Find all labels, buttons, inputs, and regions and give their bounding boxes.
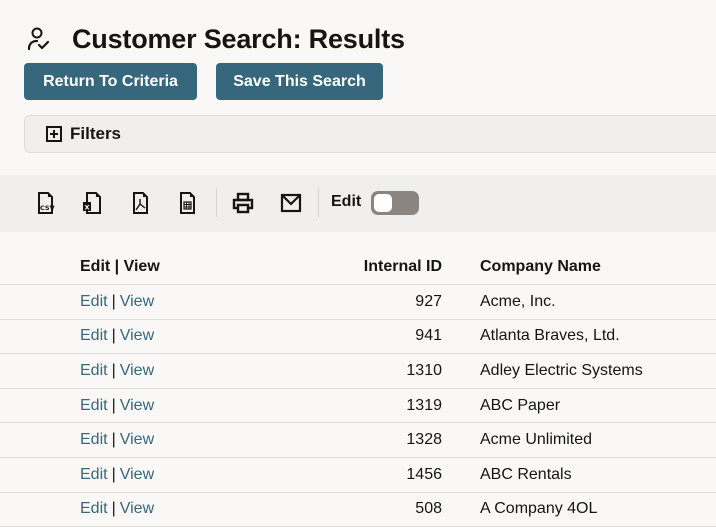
internal-id-cell: 1310 — [406, 361, 442, 379]
link-separator: | — [111, 500, 116, 518]
table-row: Edit | View 1456 ABC Rentals — [0, 458, 716, 493]
edit-link[interactable]: Edit — [80, 397, 108, 415]
company-name-cell: Acme Unlimited — [480, 431, 593, 449]
link-separator: | — [111, 396, 116, 414]
table-row: Edit | View 941 Atlanta Braves, Ltd. — [0, 320, 716, 355]
company-name-cell: Acme, Inc. — [480, 292, 556, 310]
column-header-internal-id[interactable]: Internal ID — [364, 250, 442, 284]
internal-id-cell: 1456 — [406, 465, 442, 483]
print-icon[interactable] — [231, 191, 255, 215]
table-row: Edit | View 1328 Acme Unlimited — [0, 423, 716, 458]
filters-toggle[interactable]: Filters — [24, 115, 716, 153]
company-name-cell: ABC Rentals — [480, 465, 572, 483]
return-to-criteria-button[interactable]: Return To Criteria — [24, 63, 197, 100]
edit-view-links: Edit | View — [80, 320, 154, 354]
link-separator: | — [111, 465, 116, 483]
company-name-cell: ABC Paper — [480, 396, 561, 414]
save-search-button[interactable]: Save This Search — [216, 63, 383, 100]
action-buttons: Return To Criteria Save This Search — [24, 63, 383, 100]
person-check-icon — [24, 25, 52, 53]
company-name-cell: A Company 4OL — [480, 500, 598, 518]
table-row: Edit | View 508 A Company 4OL — [0, 493, 716, 527]
export-table-icon[interactable] — [176, 191, 200, 215]
table-row: Edit | View 927 Acme, Inc. — [0, 285, 716, 320]
view-link[interactable]: View — [120, 362, 154, 380]
edit-view-links: Edit | View — [80, 389, 154, 423]
table-header-row: Edit | View Internal ID Company Name — [0, 250, 716, 285]
view-link[interactable]: View — [120, 397, 154, 415]
edit-view-links: Edit | View — [80, 458, 154, 492]
view-link[interactable]: View — [120, 327, 154, 345]
view-link[interactable]: View — [120, 466, 154, 484]
company-name-cell: Adley Electric Systems — [480, 361, 643, 379]
link-separator: | — [111, 431, 116, 449]
edit-toggle[interactable] — [371, 191, 419, 215]
svg-text:X: X — [85, 204, 90, 212]
internal-id-cell: 927 — [415, 292, 442, 310]
internal-id-cell: 1328 — [406, 431, 442, 449]
table-row: Edit | View 1319 ABC Paper — [0, 389, 716, 424]
column-header-company-name[interactable]: Company Name — [480, 250, 601, 284]
edit-view-links: Edit | View — [80, 354, 154, 388]
edit-link[interactable]: Edit — [80, 431, 108, 449]
internal-id-cell: 941 — [415, 327, 442, 345]
page-title: Customer Search: Results — [72, 23, 405, 54]
toolbar-divider — [216, 188, 217, 217]
edit-link[interactable]: Edit — [80, 500, 108, 518]
link-separator: | — [111, 292, 116, 310]
view-link[interactable]: View — [120, 293, 154, 311]
edit-link[interactable]: Edit — [80, 362, 108, 380]
toolbar-divider — [318, 188, 319, 217]
email-icon[interactable] — [279, 191, 303, 215]
results-table: Edit | View Internal ID Company Name Edi… — [0, 250, 716, 527]
internal-id-cell: 508 — [415, 500, 442, 518]
edit-link[interactable]: Edit — [80, 327, 108, 345]
company-name-cell: Atlanta Braves, Ltd. — [480, 327, 620, 345]
plus-box-icon — [46, 126, 62, 142]
link-separator: | — [111, 361, 116, 379]
page-header: Customer Search: Results — [24, 20, 405, 58]
export-pdf-icon[interactable] — [129, 191, 153, 215]
edit-view-links: Edit | View — [80, 493, 154, 527]
export-csv-icon[interactable]: CSV — [34, 191, 58, 215]
table-row: Edit | View 1310 Adley Electric Systems — [0, 354, 716, 389]
export-excel-icon[interactable]: X — [80, 191, 104, 215]
link-separator: | — [111, 327, 116, 345]
toggle-knob — [374, 194, 392, 212]
svg-text:CSV: CSV — [40, 204, 55, 212]
column-header-edit-view: Edit | View — [80, 258, 160, 275]
view-link[interactable]: View — [120, 431, 154, 449]
edit-link[interactable]: Edit — [80, 293, 108, 311]
filters-label: Filters — [70, 124, 122, 143]
edit-view-links: Edit | View — [80, 285, 154, 319]
edit-view-links: Edit | View — [80, 423, 154, 457]
edit-link[interactable]: Edit — [80, 466, 108, 484]
internal-id-cell: 1319 — [406, 396, 442, 414]
results-toolbar: CSV X Edit — [0, 175, 716, 232]
edit-toggle-label: Edit — [331, 193, 362, 210]
view-link[interactable]: View — [120, 500, 154, 518]
